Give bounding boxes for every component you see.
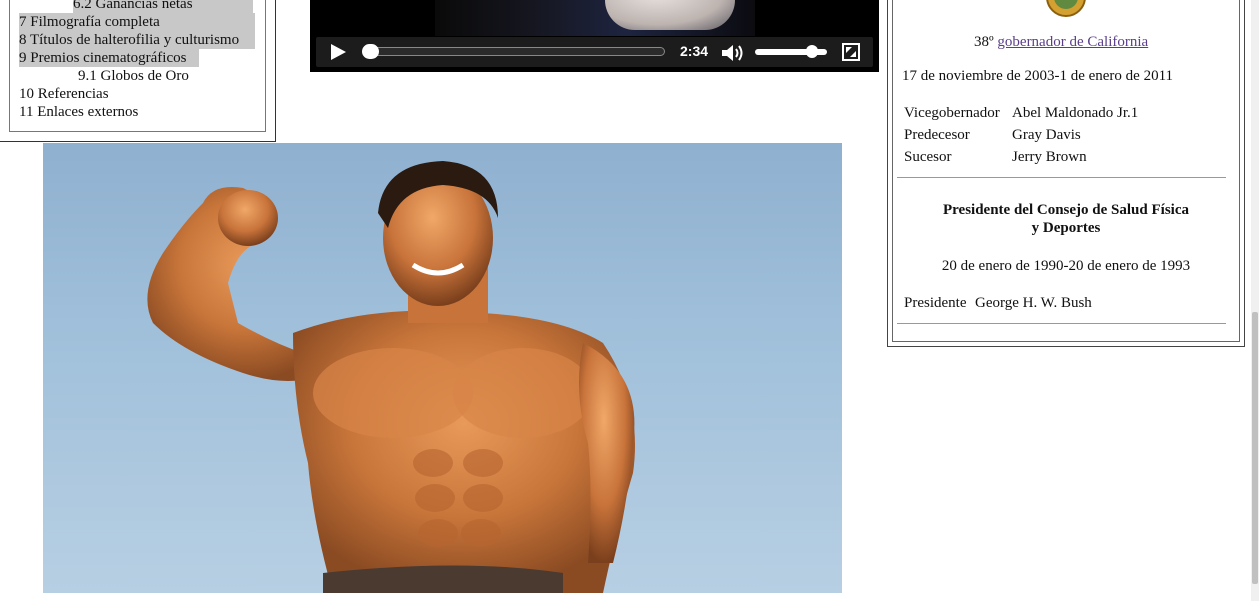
- predecessor-label: Predecesor: [904, 127, 970, 143]
- bodybuilder-illustration: [147, 161, 635, 593]
- california-seal-icon: [1046, 0, 1086, 17]
- time-display: 2:34: [680, 43, 709, 59]
- video-player[interactable]: 2:34: [310, 0, 879, 72]
- toc-item-titulos[interactable]: 8 Títulos de halterofilia y culturismo: [19, 31, 255, 49]
- infobox: 38º gobernador de California 17 de novie…: [887, 0, 1245, 347]
- fullscreen-icon[interactable]: [842, 43, 860, 61]
- lieutenant-governor-label: Vicegobernador: [904, 105, 1000, 121]
- volume-icon[interactable]: [721, 44, 747, 62]
- progress-bar[interactable]: [362, 44, 665, 59]
- video-controls: 2:34: [316, 37, 873, 67]
- divider: [897, 323, 1226, 324]
- governor-dates: 17 de noviembre de 2003-1 de enero de 20…: [902, 68, 1174, 84]
- president-label: Presidente: [904, 295, 967, 311]
- divider: [897, 177, 1226, 178]
- toc-item-filmografia[interactable]: 7 Filmografía completa: [19, 13, 255, 31]
- council-title-line2: y Deportes: [1031, 220, 1101, 236]
- successor-label: Sucesor: [904, 149, 952, 165]
- volume-slider[interactable]: [755, 45, 827, 58]
- governor-title: 38º gobernador de California: [974, 33, 1148, 51]
- governor-of-california-link[interactable]: gobernador de California: [997, 34, 1148, 50]
- toc-item-ganancias-netas[interactable]: 6.2 Ganancias netas: [73, 0, 253, 13]
- table-of-contents: 6.2 Ganancias netas 7 Filmografía comple…: [0, 0, 276, 142]
- scrollbar-thumb[interactable]: [1252, 312, 1258, 584]
- toc-item-enlaces-externos[interactable]: 11 Enlaces externos: [19, 103, 138, 121]
- successor-value: Jerry Brown: [1012, 149, 1087, 165]
- progress-handle[interactable]: [362, 44, 379, 59]
- play-icon[interactable]: [331, 44, 346, 60]
- predecessor-value: Gray Davis: [1012, 127, 1081, 143]
- video-frame: [435, 0, 755, 36]
- infobox-inner: [892, 0, 1240, 342]
- volume-handle[interactable]: [806, 45, 818, 58]
- president-value: George H. W. Bush: [975, 295, 1092, 311]
- lieutenant-governor-value: Abel Maldonado Jr.1: [1012, 105, 1139, 121]
- toc-item-globos-de-oro[interactable]: 9.1 Globos de Oro: [78, 67, 189, 85]
- video-still-image: [605, 0, 735, 30]
- bodybuilder-photo: [43, 143, 842, 593]
- governor-ordinal: 38º: [974, 34, 994, 50]
- toc-item-premios[interactable]: 9 Premios cinematográficos: [19, 49, 199, 67]
- council-dates: 20 de enero de 1990-20 de enero de 1993: [941, 258, 1191, 274]
- council-title-line1: Presidente del Consejo de Salud Física: [943, 202, 1189, 218]
- toc-item-referencias[interactable]: 10 Referencias: [19, 85, 109, 103]
